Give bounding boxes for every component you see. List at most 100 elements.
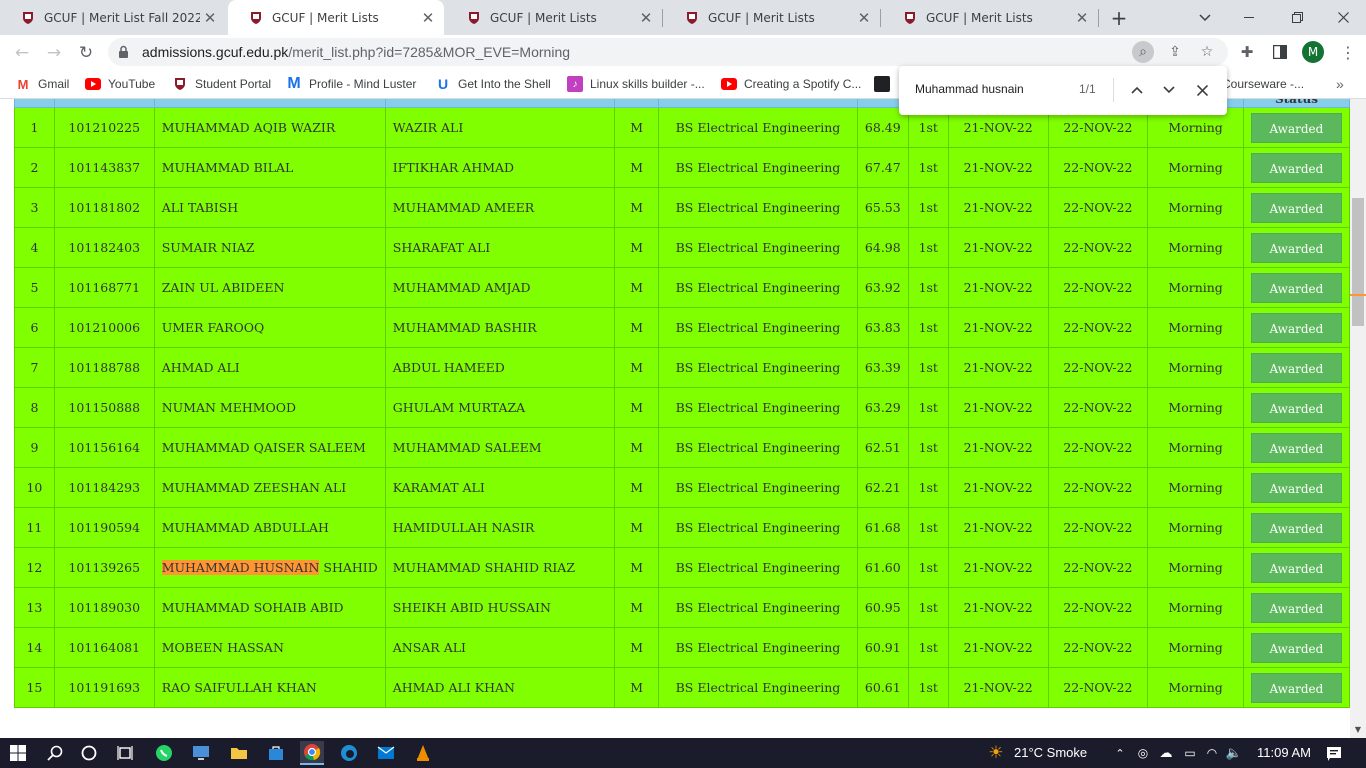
awarded-status-button[interactable]: Awarded	[1250, 392, 1342, 423]
cell-fee-start-date: 21-NOV-22	[947, 227, 1049, 268]
cell-sr-no: 3	[14, 187, 55, 228]
tab-merit-list-fall-2022[interactable]: GCUF | Merit List Fall 2022 ✕	[0, 0, 226, 35]
volume-icon[interactable]: 🔈	[1222, 741, 1246, 765]
gmail-icon: M	[17, 76, 29, 92]
close-tab-icon[interactable]: ✕	[418, 9, 438, 27]
awarded-status-button[interactable]: Awarded	[1250, 552, 1342, 583]
url-text: admissions.gcuf.edu.pk/merit_list.php?id…	[142, 44, 570, 60]
bookmark-courseware[interactable]: Courseware -...	[1222, 75, 1304, 93]
cell-sr-no: 7	[14, 347, 55, 388]
weather-text[interactable]: 21°C Smoke	[1014, 745, 1087, 760]
find-previous-chevron-up-icon[interactable]	[1125, 78, 1149, 102]
side-panel-icon[interactable]	[1268, 40, 1292, 64]
awarded-status-button[interactable]: Awarded	[1250, 192, 1342, 223]
close-tab-icon[interactable]: ✕	[854, 9, 874, 27]
task-view-icon[interactable]	[113, 741, 137, 765]
chrome-icon[interactable]	[300, 741, 324, 765]
new-tab-plus-icon[interactable]: +	[1106, 0, 1132, 35]
tab-search-chevron-icon[interactable]	[1192, 0, 1218, 35]
reload-icon[interactable]: ↻	[73, 40, 99, 66]
cell-shift: Morning	[1147, 667, 1244, 708]
find-lens-icon[interactable]: ⌕	[1132, 41, 1154, 63]
awarded-status-button[interactable]: Awarded	[1250, 592, 1342, 623]
minimize-icon[interactable]	[1236, 0, 1262, 35]
close-tab-icon[interactable]: ✕	[636, 9, 656, 27]
meet-now-icon[interactable]: ◎	[1131, 741, 1155, 765]
file-explorer-folder-icon[interactable]	[227, 741, 251, 765]
tab-merit-lists[interactable]: GCUF | Merit Lists ✕	[446, 0, 662, 35]
cell-merit: 60.61	[856, 667, 909, 708]
page-scrollbar[interactable]: ▼	[1350, 99, 1366, 738]
edge-icon[interactable]	[337, 741, 361, 765]
find-input[interactable]: Muhammad husnain	[915, 82, 1024, 96]
awarded-status-button[interactable]: Awarded	[1250, 432, 1342, 463]
tab-merit-lists-active[interactable]: GCUF | Merit Lists ✕	[228, 0, 444, 35]
cell-program: BS Electrical Engineering	[658, 347, 858, 388]
search-icon[interactable]	[43, 741, 67, 765]
cell-father-name: MUHAMMAD SHAHID RIAZ	[384, 547, 616, 588]
cortana-circle-icon[interactable]	[77, 741, 101, 765]
windows-start-icon[interactable]	[6, 741, 30, 765]
scroll-down-arrow-icon[interactable]: ▼	[1350, 722, 1366, 738]
awarded-status-button[interactable]: Awarded	[1250, 152, 1342, 183]
awarded-status-button[interactable]: Awarded	[1250, 672, 1342, 703]
cell-applicant-name: SUMAIR NIAZ	[153, 227, 386, 268]
more-bookmarks-chevron-icon[interactable]: »	[1336, 75, 1344, 93]
awarded-status-button[interactable]: Awarded	[1250, 272, 1342, 303]
store-icon[interactable]	[264, 741, 288, 765]
cell-list-no: 1st	[907, 307, 949, 348]
bookmark-linux-skills-builder[interactable]: ♪ Linux skills builder -...	[567, 75, 705, 93]
clock-time[interactable]: 11:09 AM	[1257, 745, 1311, 760]
cell-gender: M	[614, 547, 660, 588]
back-arrow-icon[interactable]: ←	[9, 40, 35, 66]
share-icon[interactable]: ⇪	[1164, 41, 1186, 63]
network-icon[interactable]: ▭	[1178, 741, 1202, 765]
bookmark-student-portal[interactable]: Student Portal	[172, 75, 271, 93]
cell-application-no: 101164081	[53, 627, 155, 668]
awarded-status-button[interactable]: Awarded	[1250, 112, 1342, 143]
awarded-status-button[interactable]: Awarded	[1250, 312, 1342, 343]
restore-icon[interactable]	[1284, 0, 1310, 35]
monitor-icon[interactable]	[189, 741, 213, 765]
forward-arrow-icon[interactable]: →	[41, 40, 67, 66]
extensions-puzzle-icon[interactable]: ✚	[1235, 40, 1259, 64]
cell-application-no: 101168771	[53, 267, 155, 308]
bookmark-star-icon[interactable]: ☆	[1196, 41, 1218, 63]
close-tab-icon[interactable]: ✕	[1072, 9, 1092, 27]
linux-skills-icon: ♪	[567, 76, 583, 92]
tab-merit-lists[interactable]: GCUF | Merit Lists ✕	[664, 0, 880, 35]
awarded-status-button[interactable]: Awarded	[1250, 632, 1342, 663]
vlc-icon[interactable]	[411, 741, 435, 765]
cell-status: Awarded	[1242, 547, 1350, 588]
notifications-icon[interactable]	[1322, 741, 1346, 765]
tray-chevron-up-icon[interactable]: ⌃	[1108, 741, 1132, 765]
awarded-status-button[interactable]: Awarded	[1250, 472, 1342, 503]
cell-list-no: 1st	[907, 547, 949, 588]
find-close-icon[interactable]	[1190, 78, 1214, 102]
gcuf-favicon-icon	[684, 10, 700, 26]
bookmark-mind-luster[interactable]: M Profile - Mind Luster	[286, 75, 416, 93]
bookmark-spotify-clone[interactable]: Creating a Spotify C...	[721, 75, 861, 93]
cell-fee-end-date: 22-NOV-22	[1047, 587, 1149, 628]
weather-sun-icon[interactable]: ☀	[984, 741, 1008, 765]
awarded-status-button[interactable]: Awarded	[1250, 352, 1342, 383]
tab-merit-lists[interactable]: GCUF | Merit Lists ✕	[882, 0, 1098, 35]
mail-icon[interactable]	[374, 741, 398, 765]
bookmark-youtube[interactable]: YouTube	[85, 75, 155, 93]
close-window-icon[interactable]	[1330, 0, 1356, 35]
awarded-status-button[interactable]: Awarded	[1250, 512, 1342, 543]
menu-kebab-icon[interactable]: ⋮	[1336, 40, 1360, 64]
address-bar[interactable]: admissions.gcuf.edu.pk/merit_list.php?id…	[108, 38, 1228, 66]
find-next-chevron-down-icon[interactable]	[1157, 78, 1181, 102]
onedrive-cloud-icon[interactable]: ☁	[1154, 741, 1178, 765]
bookmark-get-into-the-shell[interactable]: U Get Into the Shell	[435, 75, 551, 93]
cell-list-no: 1st	[907, 347, 949, 388]
wifi-icon[interactable]: ◠	[1200, 741, 1224, 765]
profile-avatar[interactable]: M	[1302, 41, 1324, 63]
whatsapp-icon[interactable]	[152, 741, 176, 765]
scrollbar-thumb[interactable]	[1352, 198, 1364, 326]
awarded-status-button[interactable]: Awarded	[1250, 232, 1342, 263]
bookmark-dark-site[interactable]	[874, 75, 897, 93]
close-tab-icon[interactable]: ✕	[200, 9, 220, 27]
bookmark-gmail[interactable]: M Gmail	[15, 75, 70, 93]
